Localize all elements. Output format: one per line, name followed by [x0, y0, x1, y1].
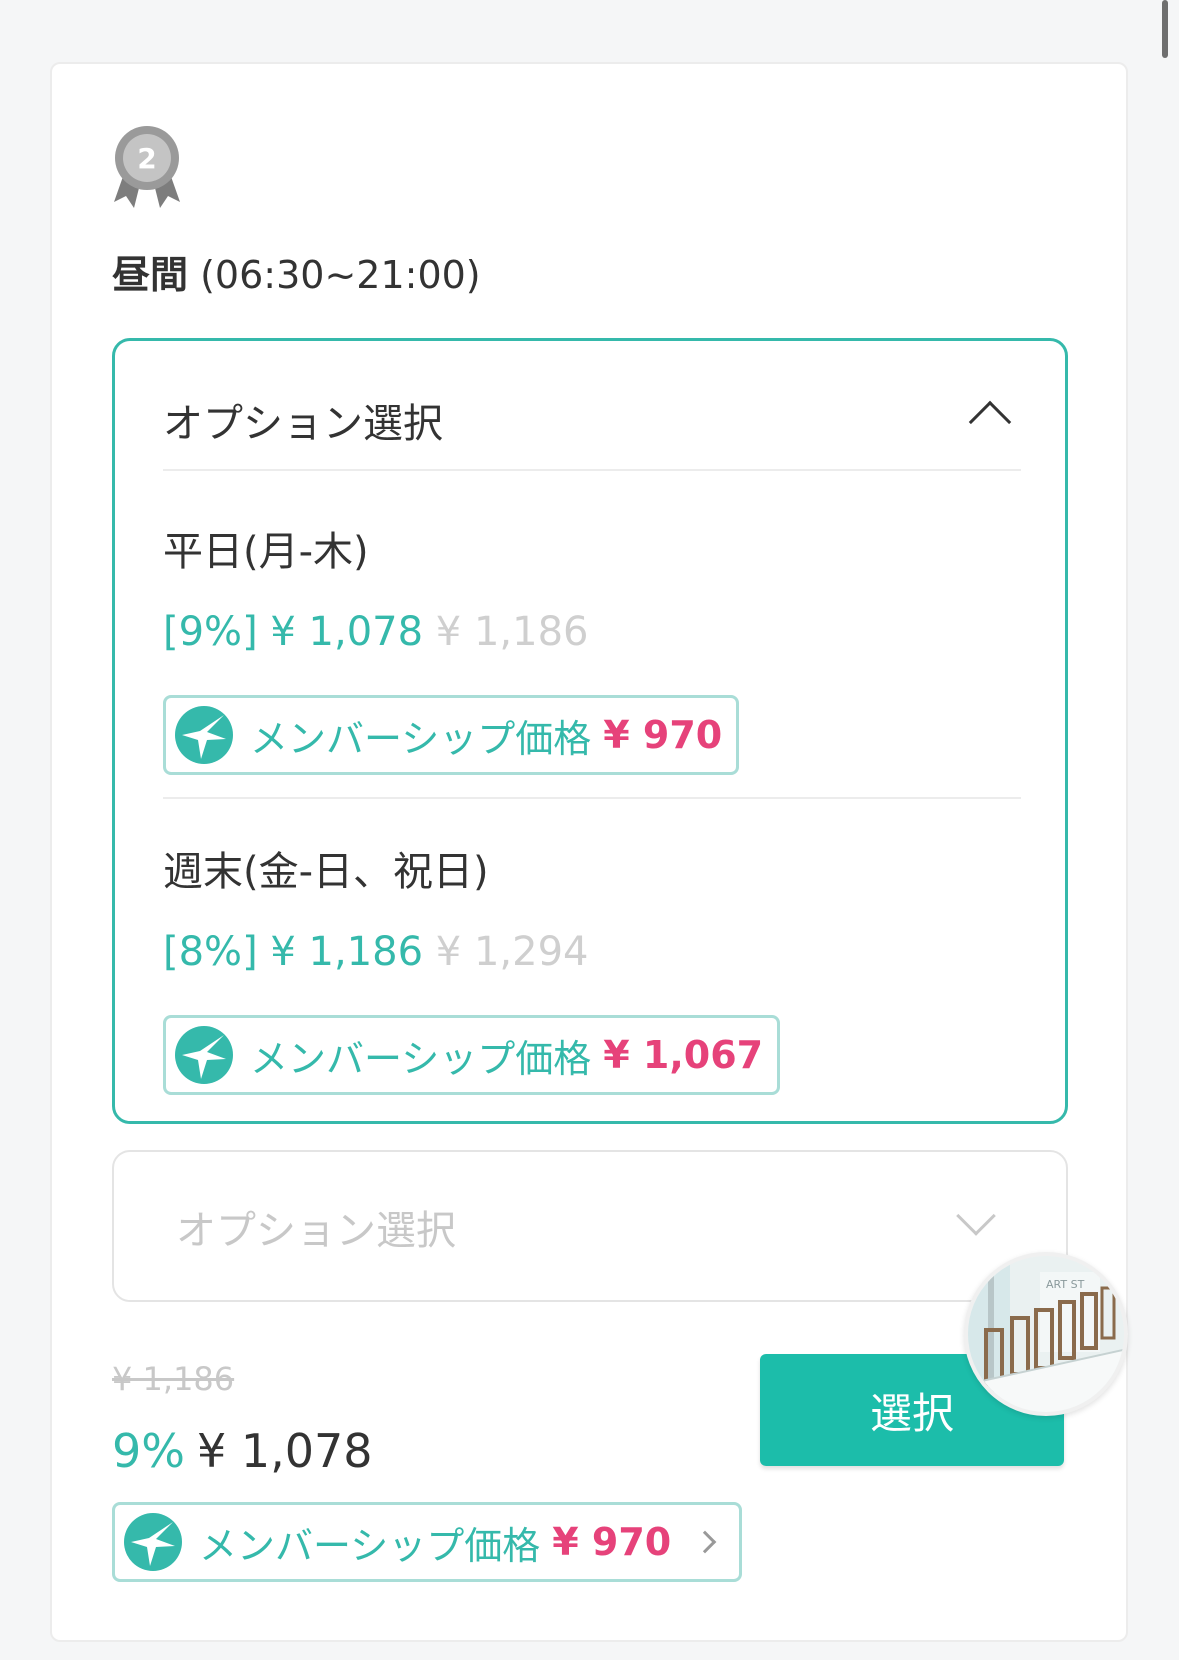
chevron-right-icon	[693, 1530, 717, 1554]
membership-price: ¥ 970	[603, 713, 723, 757]
option-name: 週末(金-日、祝日)	[163, 849, 489, 895]
membership-price: ¥ 1,067	[603, 1033, 764, 1077]
option-dropdown-header[interactable]: オプション選択	[163, 385, 1021, 471]
option-dropdown-placeholder: オプション選択	[176, 1208, 456, 1254]
membership-price: ¥ 970	[552, 1520, 672, 1564]
option-price-line: [8%] ¥ 1,186 ¥ 1,294	[163, 929, 588, 975]
membership-price-badge: メンバーシップ価格 ¥ 970	[163, 695, 740, 775]
option-dropdown-label: オプション選択	[163, 401, 443, 447]
membership-label: メンバーシップ価格	[250, 716, 592, 761]
summary-price: ¥ 1,078	[196, 1424, 373, 1478]
venue-thumbnail[interactable]: ART ST	[964, 1252, 1128, 1416]
medal-rank: 2	[137, 142, 156, 175]
summary-discount-rate: 9%	[112, 1424, 185, 1478]
membership-logo-icon	[124, 1513, 182, 1571]
period-name: 昼間	[112, 253, 189, 297]
period-title: 昼間 (06:30~21:00)	[112, 244, 481, 299]
option-name: 平日(月-木)	[163, 529, 369, 575]
membership-price-badge: メンバーシップ価格 ¥ 1,067	[163, 1015, 781, 1095]
membership-logo-icon	[175, 1026, 233, 1084]
sale-price: ¥ 1,078	[270, 609, 424, 655]
membership-price-link[interactable]: メンバーシップ価格 ¥ 970	[112, 1502, 743, 1582]
sale-price: ¥ 1,186	[270, 929, 424, 975]
scrollbar[interactable]	[1162, 0, 1168, 58]
discount-rate: [9%]	[163, 609, 258, 655]
original-price: ¥ 1,294	[435, 929, 589, 975]
chevron-down-icon[interactable]	[956, 1196, 996, 1236]
chevron-up-icon[interactable]	[968, 400, 1012, 444]
option-dropdown-expanded: オプション選択 平日(月-木) [9%] ¥ 1,078 ¥ 1,186 メンバ…	[112, 338, 1068, 1124]
option-dropdown-collapsed[interactable]: オプション選択	[112, 1150, 1068, 1302]
discount-rate: [8%]	[163, 929, 258, 975]
medal-icon: 2	[114, 126, 180, 208]
option-price-line: [9%] ¥ 1,078 ¥ 1,186	[163, 609, 588, 655]
option-item-weekend[interactable]: 週末(金-日、祝日) [8%] ¥ 1,186 ¥ 1,294 メンバーシップ価…	[163, 801, 1021, 1101]
summary-final-price: 9% ¥ 1,078	[112, 1424, 373, 1478]
membership-label: メンバーシップ価格	[250, 1036, 592, 1081]
period-hours: (06:30~21:00)	[200, 253, 481, 297]
thumbnail-sign: ART ST	[1046, 1278, 1085, 1291]
original-price: ¥ 1,186	[435, 609, 589, 655]
summary-original-price: ¥ 1,186	[112, 1360, 235, 1398]
option-item-weekday[interactable]: 平日(月-木) [9%] ¥ 1,078 ¥ 1,186 メンバーシップ価格 ¥…	[163, 481, 1021, 799]
membership-label: メンバーシップ価格	[199, 1523, 541, 1568]
membership-logo-icon	[175, 706, 233, 764]
